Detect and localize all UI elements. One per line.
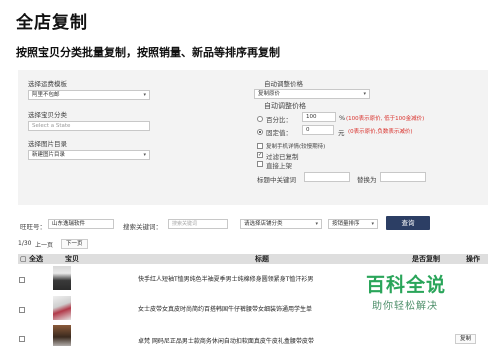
fixed-unit: 元 (338, 129, 345, 137)
chevron-down-icon: ▾ (143, 92, 146, 98)
replace-input[interactable] (380, 172, 426, 182)
direct-listing-label: 直接上架 (266, 162, 292, 170)
auto-price-value: 复制原价 (258, 91, 281, 97)
shipping-template-label: 选择运费模板 (28, 80, 67, 88)
page-info: 1/30 (18, 240, 32, 247)
percent-unit: % (339, 114, 346, 122)
percent-hint: (100表示原价, 低于100金减价) (346, 116, 425, 122)
shipping-template-value: 阿里不包邮 (32, 92, 60, 98)
row-checkbox[interactable] (19, 336, 25, 342)
fixed-label: 固定值： (266, 129, 292, 137)
search-input[interactable]: 搜索关键词 (168, 219, 228, 229)
chevron-down-icon: ▾ (363, 91, 366, 97)
auto-price-sub-label: 自动调整价格 (264, 102, 306, 110)
product-thumbnail[interactable] (53, 266, 71, 290)
header-action: 操作 (466, 255, 480, 263)
watermark-title: 百科全说 (366, 274, 447, 296)
percent-label: 百分比： (266, 116, 292, 124)
header-select-all[interactable]: 全选 (29, 254, 43, 264)
product-thumbnail[interactable] (53, 296, 71, 320)
fixed-input[interactable]: 0 (302, 125, 334, 135)
auto-price-label: 自动调整价格 (264, 80, 303, 88)
page-subtitle: 按照宝贝分类批量复制，按照销量、新品等排序再复制 (16, 46, 280, 59)
fixed-hint: (0表示原价,负数表示减价) (348, 129, 413, 135)
percent-input[interactable]: 100 (302, 112, 336, 122)
wangwang-input[interactable]: 山东逸瑞软件 (48, 219, 114, 229)
product-category-label: 选择宝贝分类 (28, 111, 67, 119)
mobile-detail-label: 复制手机详情(较慢期待) (266, 144, 326, 150)
header-product: 宝贝 (65, 255, 79, 263)
row-title[interactable]: 卓梵 网码尼正品男士款商务休闲自动扣软面真皮牛皮礼盒腰带皮带 (138, 336, 368, 345)
watermark-subtitle: 助你轻松解决 (372, 301, 438, 312)
page-title: 全店复制 (16, 13, 88, 33)
header-title: 标题 (255, 255, 269, 263)
replace-label: 替换为 (357, 176, 377, 184)
image-dir-select[interactable]: 新建图片目录 ▾ (28, 150, 150, 160)
prev-page-button[interactable]: 上一页 (35, 240, 53, 249)
keyword-input[interactable] (304, 172, 350, 182)
next-page-button[interactable]: 下一页 (61, 239, 88, 249)
row-checkbox[interactable] (19, 277, 25, 283)
image-dir-value: 新建图片目录 (32, 152, 66, 158)
sort-value: 按销量排序 (332, 221, 360, 227)
mobile-detail-checkbox[interactable] (257, 143, 263, 149)
product-category-select[interactable]: Select a State (28, 121, 150, 131)
chevron-down-icon: ▾ (143, 152, 146, 158)
fixed-radio[interactable] (257, 129, 263, 135)
shipping-template-select[interactable]: 阿里不包邮 ▾ (28, 90, 150, 100)
row-title[interactable]: 快手红人短袖T恤男纯色半袖夏季男士纯棉修身圆领紧身T恤汗衫男 (138, 274, 358, 283)
query-button[interactable]: 查询 (386, 216, 430, 230)
sort-select[interactable]: 按销量排序 ▾ (328, 219, 378, 229)
shop-category-select[interactable]: 请选择店铺分类 ▾ (240, 219, 322, 229)
percent-radio[interactable] (257, 116, 263, 122)
select-all-checkbox[interactable]: ▢ (20, 254, 27, 264)
search-label: 搜索关键词： (123, 223, 162, 231)
direct-listing-checkbox[interactable] (257, 161, 263, 167)
header-copied: 是否复制 (412, 255, 440, 263)
product-thumbnail[interactable] (53, 325, 71, 346)
filter-copied-checkbox[interactable]: ✓ (257, 152, 263, 158)
copy-button[interactable]: 复制 (455, 334, 477, 344)
row-title[interactable]: 女士皮带女真皮时尚简约百搭韩国牛仔裤腰带女细装饰通用学生单 (138, 304, 360, 313)
chevron-down-icon: ▾ (315, 221, 318, 227)
wangwang-label: 旺旺号： (20, 223, 46, 231)
image-dir-label: 选择图片目录 (28, 140, 67, 148)
table-header: ▢ 全选 宝贝 标题 是否复制 操作 (18, 254, 488, 264)
row-checkbox[interactable] (19, 307, 25, 313)
keyword-label: 标题中关键词 (257, 176, 296, 184)
auto-price-select[interactable]: 复制原价 ▾ (254, 89, 370, 99)
shop-category-value: 请选择店铺分类 (244, 221, 283, 227)
chevron-down-icon: ▾ (371, 221, 374, 227)
